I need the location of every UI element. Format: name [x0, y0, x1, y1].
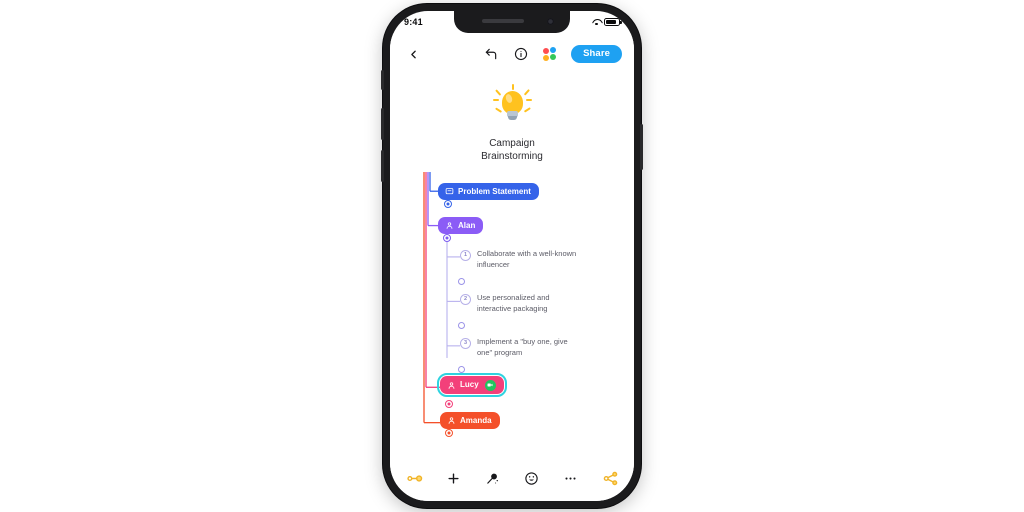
more-button[interactable]	[561, 468, 581, 488]
node-link-icon	[406, 474, 422, 482]
magic-wand-button[interactable]	[483, 468, 503, 488]
node-link-button[interactable]	[402, 466, 426, 490]
root-node[interactable]: Campaign Brainstorming	[390, 84, 634, 163]
power-button[interactable]	[640, 124, 643, 170]
connector-dot-alan[interactable]	[443, 234, 451, 242]
add-button[interactable]	[444, 468, 464, 488]
person-icon	[446, 380, 456, 390]
idea-number-3: 3	[460, 338, 471, 349]
connector-dot-lucy[interactable]	[445, 400, 453, 408]
idea-row-3[interactable]: 3 Implement a "buy one, give one" progra…	[460, 337, 582, 358]
share-nodes-icon	[603, 471, 617, 485]
info-button[interactable]	[511, 45, 530, 64]
more-horizontal-icon	[565, 476, 576, 480]
lightbulb-icon	[489, 84, 535, 131]
node-amanda[interactable]: Amanda	[440, 412, 500, 429]
earpiece-speaker	[482, 19, 524, 23]
node-problem-statement-label: Problem Statement	[458, 186, 531, 196]
emoji-button[interactable]	[522, 468, 542, 488]
mindmap-canvas[interactable]: Campaign Brainstorming Problem Statement	[390, 75, 634, 455]
back-button[interactable]	[402, 43, 424, 65]
smiley-icon	[525, 471, 538, 485]
node-lucy-label: Lucy	[460, 380, 479, 389]
node-problem-statement[interactable]: Problem Statement	[438, 183, 539, 200]
silent-switch[interactable]	[381, 70, 384, 90]
share-button[interactable]: Share	[571, 44, 622, 64]
wifi-icon	[592, 19, 601, 26]
volume-down-button[interactable]	[381, 150, 384, 182]
root-title-line1: Campaign	[489, 138, 535, 149]
connector-dot-idea-2[interactable]	[458, 322, 465, 329]
magic-wand-icon	[487, 473, 498, 484]
colorful-dots-icon	[543, 46, 558, 62]
notch	[454, 11, 570, 33]
plus-icon	[448, 472, 459, 484]
idea-row-1[interactable]: 1 Collaborate with a well-known influenc…	[460, 249, 582, 270]
idea-number-2: 2	[460, 294, 471, 305]
idea-row-2[interactable]: 2 Use personalized and interactive packa…	[460, 293, 582, 314]
info-circle-icon	[514, 47, 527, 61]
header-tools: Share	[481, 44, 622, 64]
apps-button[interactable]	[541, 45, 560, 64]
undo-arrow-icon	[485, 48, 496, 60]
video-camera-badge[interactable]	[484, 379, 496, 391]
person-icon	[446, 416, 456, 426]
idea-text-2: Use personalized and interactive packagi…	[477, 293, 550, 313]
connector-dot-idea-3[interactable]	[458, 366, 465, 373]
app-header: Share	[390, 33, 634, 75]
root-title-line2: Brainstorming	[481, 151, 543, 162]
connector-dot-idea-1[interactable]	[458, 278, 465, 285]
connector-dot-problem[interactable]	[444, 200, 452, 208]
comment-square-icon	[444, 187, 454, 197]
node-alan-label: Alan	[458, 220, 476, 230]
person-icon	[444, 221, 454, 231]
front-camera	[547, 18, 554, 25]
toolbar-actions	[444, 468, 581, 488]
node-alan[interactable]: Alan	[438, 217, 484, 234]
idea-text-1: Collaborate with a well-known influencer	[477, 249, 577, 269]
node-amanda-label: Amanda	[460, 415, 492, 425]
chevron-left-icon	[410, 50, 416, 58]
bottom-toolbar	[390, 455, 634, 501]
status-time: 9:41	[404, 17, 423, 27]
volume-up-button[interactable]	[381, 108, 384, 140]
status-indicators	[592, 18, 622, 26]
phone-frame: 9:41 Share Campaign Brainstorming Proble…	[381, 4, 643, 508]
phone-screen: 9:41 Share Campaign Brainstorming Proble…	[390, 11, 634, 501]
undo-button[interactable]	[481, 45, 500, 64]
node-lucy[interactable]: Lucy	[436, 372, 508, 398]
idea-text-3: Implement a "buy one, give one" program	[477, 337, 568, 357]
battery-icon	[604, 18, 622, 26]
idea-number-1: 1	[460, 250, 471, 261]
root-title: Campaign Brainstorming	[481, 137, 543, 163]
connector-dot-amanda[interactable]	[445, 429, 453, 437]
share-nodes-button[interactable]	[598, 466, 622, 490]
video-camera-icon	[487, 383, 493, 387]
